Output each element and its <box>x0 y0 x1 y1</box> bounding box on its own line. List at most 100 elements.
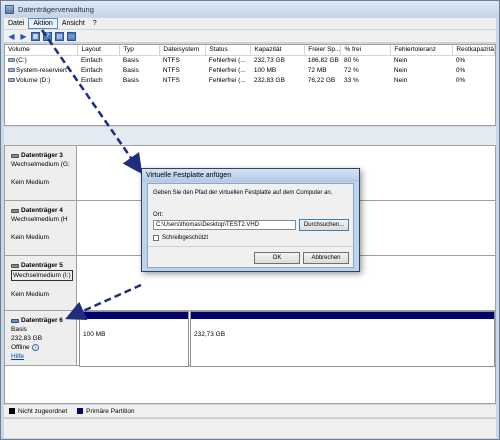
properties-icon[interactable]: ▤ <box>55 31 64 41</box>
disk-status: Kein Medium <box>11 291 49 298</box>
disk-label[interactable]: Datenträger 3 Wechselmedium (G: Kein Med… <box>5 146 77 200</box>
partition-main[interactable]: 232,73 GB <box>190 311 495 367</box>
table-row[interactable]: (C:) Einfach Basis NTFS Fehlerfrei (... … <box>5 55 495 65</box>
table-cell: Nein <box>393 66 408 74</box>
table-cell: 0% <box>455 76 466 84</box>
table-cell: Nein <box>393 56 408 64</box>
disk-name: Datenträger 4 <box>11 206 76 215</box>
help-icon[interactable]: ? <box>43 31 52 41</box>
table-cell: 72 % <box>343 66 359 74</box>
table-cell: 100 MB <box>253 66 277 74</box>
table-cell: NTFS <box>162 66 180 74</box>
pane-splitter[interactable] <box>4 127 496 145</box>
volume-cell: System-reserviert <box>5 65 78 75</box>
toolbar: ◀ ▶ ▦ ? ▤ ▭ <box>4 30 496 43</box>
dialog-description: Geben Sie den Pfad der virtuellen Festpl… <box>153 190 333 196</box>
window-icon[interactable]: ▭ <box>67 31 76 41</box>
location-input[interactable]: C:\Users\thomas\Desktop\TEST2.VHD <box>153 220 296 230</box>
disk-icon <box>11 208 19 213</box>
location-label: Ort: <box>153 212 163 218</box>
disk-type: Basis <box>11 326 27 333</box>
window-title: Datenträgerverwaltung <box>18 4 94 14</box>
table-cell: Fehlerfrei (... <box>208 56 246 64</box>
col-percent-free[interactable]: % frei <box>340 45 392 56</box>
menu-datei[interactable]: Datei <box>4 18 28 29</box>
dialog-title: Virtuelle Festplatte anfügen <box>142 169 359 182</box>
browse-button[interactable]: Durchsuchen... <box>299 219 349 231</box>
drive-icon <box>8 58 15 63</box>
readonly-label: Schreibgeschützt <box>162 235 209 241</box>
table-cell: 232,73 GB <box>253 56 285 64</box>
drive-icon <box>8 77 15 82</box>
table-cell: Fehlerfrei (... <box>208 76 246 84</box>
legend-item-unallocated: Nicht zugeordnet <box>9 408 67 415</box>
legend-item-primary: Primäre Partition <box>77 408 135 415</box>
partition-system[interactable]: 100 MB <box>79 311 189 367</box>
disk-label[interactable]: Datenträger 4 Wechselmedium (H Kein Medi… <box>5 201 77 255</box>
disk-label[interactable]: Datenträger 5 Wechselmedium (I:) Kein Me… <box>5 256 77 310</box>
table-cell: Basis <box>122 76 139 84</box>
disk-type: Wechselmedium (H <box>11 216 68 223</box>
volume-cell: Volume (D:) <box>5 75 78 85</box>
table-cell: Fehlerfrei (... <box>208 66 246 74</box>
col-capacity[interactable]: Kapazität <box>250 45 306 56</box>
legend: Nicht zugeordnet Primäre Partition <box>4 405 496 417</box>
disk-row-6[interactable]: Datenträger 6 Basis 232,83 GB Offline i H… <box>5 311 495 367</box>
info-icon[interactable]: i <box>31 344 39 351</box>
drive-icon <box>8 67 15 72</box>
readonly-checkbox[interactable] <box>153 235 159 241</box>
readonly-row: Schreibgeschützt <box>153 235 208 241</box>
disk-icon <box>11 153 19 158</box>
ok-button[interactable]: OK <box>254 252 300 264</box>
disk-status: Kein Medium <box>11 179 49 186</box>
table-cell: 72 MB <box>307 66 327 74</box>
table-cell: Nein <box>393 76 408 84</box>
status-bar <box>4 418 496 438</box>
table-cell: Einfach <box>80 76 103 84</box>
col-overhead[interactable]: Restkapazitä <box>452 45 495 56</box>
table-cell: NTFS <box>162 56 180 64</box>
console-icon[interactable]: ▦ <box>31 31 40 41</box>
partition-bar <box>191 312 494 319</box>
col-volume[interactable]: Volume <box>5 45 79 56</box>
disk-type: Wechselmedium (G: <box>11 161 70 168</box>
col-layout[interactable]: Layout <box>77 45 121 56</box>
dialog-separator <box>148 246 353 247</box>
table-row[interactable]: Volume (D:) Einfach Basis NTFS Fehlerfre… <box>5 75 495 85</box>
disk-name: Datenträger 3 <box>11 151 76 160</box>
menu-ansicht[interactable]: Ansicht <box>58 18 89 29</box>
back-arrow-icon[interactable]: ◀ <box>7 32 16 41</box>
table-row[interactable]: System-reserviert Einfach Basis NTFS Feh… <box>5 65 495 75</box>
volume-table: Volume Layout Typ Dateisystem Status Kap… <box>5 45 495 85</box>
col-status[interactable]: Status <box>205 45 252 56</box>
table-cell: Basis <box>122 56 139 64</box>
col-fault-tolerance[interactable]: Fehlertoleranz <box>390 45 454 56</box>
table-cell: 33 % <box>343 76 359 84</box>
col-free-space[interactable]: Freier Sp... <box>304 45 342 56</box>
table-cell: Basis <box>122 66 139 74</box>
cancel-button[interactable]: Abbrechen <box>303 252 349 264</box>
table-cell: 76,22 GB <box>307 76 336 84</box>
col-type[interactable]: Typ <box>119 45 161 56</box>
menu-bar: Datei Aktion Ansicht ? <box>4 18 496 29</box>
help-link[interactable]: Hilfe <box>11 353 24 360</box>
disk-icon <box>11 318 19 323</box>
legend-swatch <box>9 408 15 414</box>
col-filesystem[interactable]: Dateisystem <box>159 45 207 56</box>
menu-help[interactable]: ? <box>89 18 101 29</box>
disk-icon <box>11 263 19 268</box>
disk-label[interactable]: Datenträger 6 Basis 232,83 GB Offline i H… <box>5 311 77 365</box>
disk-status: Kein Medium <box>11 234 49 241</box>
table-cell: 186,82 GB <box>307 56 339 64</box>
legend-swatch <box>77 408 84 414</box>
partition-label: 232,73 GB <box>194 331 226 338</box>
table-cell: 0% <box>455 66 466 74</box>
volume-cell: (C:) <box>5 55 78 65</box>
attach-vhd-dialog: Virtuelle Festplatte anfügen Geben Sie d… <box>141 168 360 272</box>
table-cell: 0% <box>455 56 466 64</box>
table-cell: NTFS <box>162 76 180 84</box>
forward-arrow-icon[interactable]: ▶ <box>19 32 28 41</box>
title-bar: Datenträgerverwaltung <box>1 1 499 17</box>
menu-aktion[interactable]: Aktion <box>28 18 58 29</box>
disk-area: 100 MB 232,73 GB <box>78 311 495 367</box>
